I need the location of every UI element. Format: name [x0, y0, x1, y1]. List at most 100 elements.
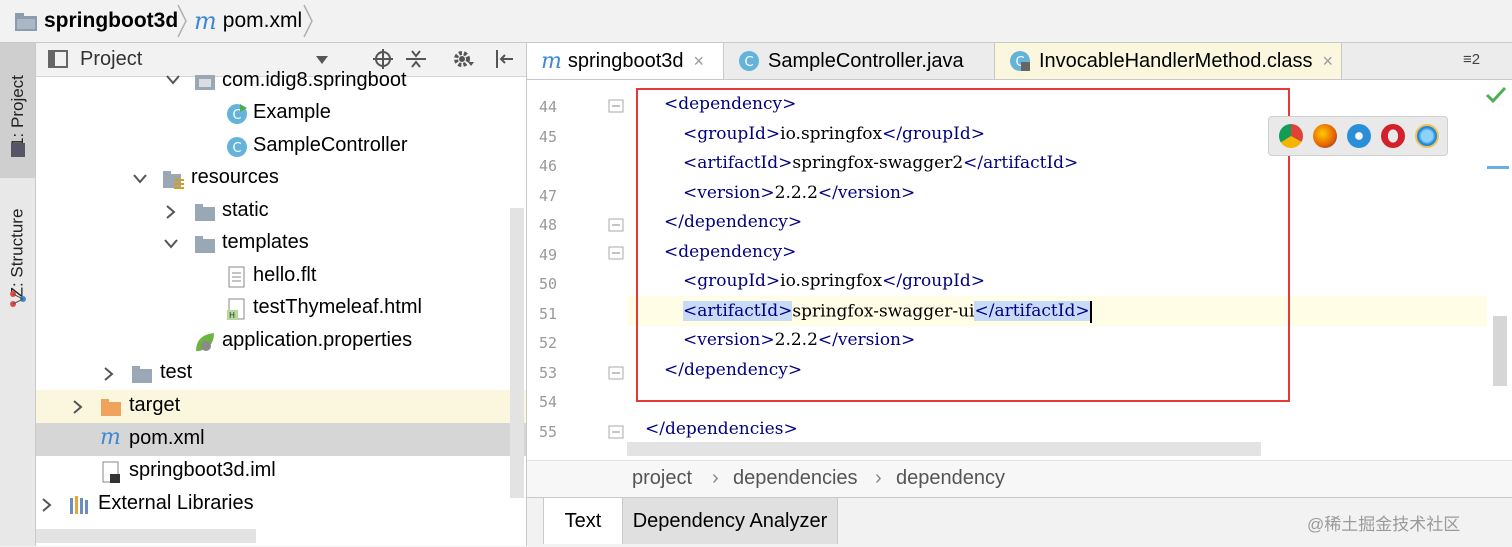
tree-item-static[interactable]: static [36, 195, 526, 228]
tree-item-target[interactable]: target [36, 390, 526, 423]
tree-item-testthymeleaf[interactable]: H testThymeleaf.html [36, 292, 526, 325]
breadcrumb-item-dependency[interactable]: dependency [896, 467, 1005, 490]
java-class-icon: C [739, 51, 759, 71]
line-number: 54 [538, 393, 557, 411]
line-number: 50 [538, 275, 557, 293]
tree-item-label: hello.flt [253, 264, 317, 286]
browser-preview-popup [1268, 116, 1448, 156]
project-folder-icon [14, 10, 38, 32]
fold-marker-icon[interactable] [607, 215, 625, 233]
tree-item-label: External Libraries [98, 492, 254, 514]
editor-vertical-scrollbar[interactable] [1493, 316, 1507, 386]
folder-icon [132, 366, 152, 383]
breadcrumb-file[interactable]: m pom.xml [194, 0, 302, 42]
folder-icon [195, 236, 215, 253]
line-number: 51 [538, 304, 557, 323]
inspection-ok-icon[interactable] [1485, 86, 1507, 104]
safari-icon[interactable] [1347, 124, 1371, 148]
tree-item-templates[interactable]: templates [36, 227, 526, 260]
chevron-right-icon[interactable] [40, 498, 54, 512]
project-tool-tab-label: 1: Project [7, 74, 27, 147]
tree-item-label: templates [222, 231, 309, 253]
error-stripe-mark[interactable] [1487, 166, 1509, 169]
java-class-run-icon: C [227, 104, 247, 124]
tree-item-label: target [129, 394, 181, 416]
chevron-right-icon[interactable] [71, 400, 85, 414]
editor-horizontal-scrollbar[interactable] [627, 442, 1261, 456]
close-icon[interactable]: × [694, 51, 705, 72]
line-number: 44 [538, 98, 557, 116]
tab-text[interactable]: Text [543, 498, 623, 544]
line-number: 47 [538, 186, 557, 205]
tab-label: SampleController.java [768, 49, 964, 72]
tab-springboot3d[interactable]: m springboot3d × [527, 43, 724, 79]
project-tool-tab[interactable]: 1: Project [0, 43, 35, 178]
tab-dependency-analyzer[interactable]: Dependency Analyzer [623, 498, 838, 544]
fold-marker-icon[interactable] [607, 245, 625, 263]
chevron-down-icon[interactable] [133, 172, 147, 186]
editor-breadcrumb: project › dependencies › dependency [527, 460, 1512, 497]
svg-text:C: C [232, 141, 241, 156]
chevron-down-icon[interactable] [316, 56, 328, 64]
chevron-down-icon[interactable] [164, 237, 178, 251]
close-icon[interactable]: × [1323, 51, 1334, 72]
tree-item-iml[interactable]: springboot3d.iml [36, 455, 526, 488]
firefox-icon[interactable] [1313, 124, 1337, 148]
project-horizontal-scrollbar[interactable] [36, 529, 256, 543]
tab-samplecontroller[interactable]: C SampleController.java [724, 43, 995, 79]
watermark: @稀土掘金技术社区 [1307, 515, 1461, 534]
breadcrumb-separator-icon: › [712, 467, 719, 489]
code-line: </dependencies> [645, 419, 798, 445]
breadcrumb-item-project[interactable]: project [632, 467, 692, 490]
fold-marker-icon[interactable] [607, 363, 625, 381]
opera-icon[interactable] [1381, 124, 1405, 148]
breadcrumb-separator-icon: › [875, 467, 882, 489]
tree-item-application-properties[interactable]: application.properties [36, 325, 526, 358]
orange-folder-icon [101, 399, 121, 416]
tree-item-example[interactable]: C Example [36, 97, 526, 130]
svg-text:H: H [229, 311, 235, 320]
tree-item-external-libraries[interactable]: External Libraries [36, 488, 526, 521]
tree-item-resources[interactable]: resources [36, 162, 526, 195]
ie-icon[interactable] [1415, 124, 1439, 148]
html-file-icon: H [227, 298, 245, 320]
code-editor[interactable]: 44 45 46 47 48 49 50 51 52 53 54 55 <dependency> <gr… [527, 80, 1512, 460]
breadcrumb-file-label: pom.xml [222, 9, 303, 32]
fold-marker-icon[interactable] [607, 98, 625, 116]
tab-dependency-analyzer-label: Dependency Analyzer [632, 509, 828, 532]
tree-item-label: springboot3d.iml [129, 459, 276, 481]
chevron-right-icon[interactable] [102, 367, 116, 381]
tree-item-label: SampleController [253, 134, 408, 156]
breadcrumb-item-dependencies[interactable]: dependencies [733, 467, 858, 490]
line-number: 48 [538, 216, 557, 234]
line-number: 53 [538, 363, 557, 382]
tree-item-hello-flt[interactable]: hello.flt [36, 260, 526, 293]
tree-item-label: static [222, 199, 269, 221]
breadcrumb-separator-icon [177, 4, 187, 38]
tree-item-samplecontroller[interactable]: C SampleController [36, 130, 526, 163]
chevron-down-icon[interactable] [166, 73, 180, 87]
tab-overflow-button[interactable]: ≡2 [1463, 51, 1480, 68]
line-number: 55 [538, 422, 557, 441]
tab-invocablehandlermethod[interactable]: C InvocableHandlerMethod.class × [995, 43, 1342, 79]
breadcrumb-project[interactable]: springboot3d [14, 0, 178, 42]
chevron-right-icon[interactable] [164, 205, 178, 219]
tab-text-label: Text [564, 509, 602, 532]
folder-icon [195, 204, 215, 221]
maven-icon: m [100, 425, 121, 450]
tree-item-test[interactable]: test [36, 357, 526, 390]
package-icon [195, 75, 215, 90]
project-tool-icon [11, 143, 25, 157]
project-vertical-scrollbar[interactable] [510, 208, 524, 498]
chrome-icon[interactable] [1279, 124, 1303, 148]
tree-item-label: resources [191, 166, 279, 188]
tree-item-pom-xml[interactable]: m pom.xml [36, 423, 526, 456]
spring-properties-icon [196, 333, 214, 351]
line-number: 46 [538, 157, 557, 175]
navigation-bar: springboot3d m pom.xml [0, 0, 1512, 43]
iml-file-icon [102, 461, 120, 483]
editor-gutter: 44 45 46 47 48 49 50 51 52 53 54 55 [527, 80, 627, 460]
svg-text:C: C [744, 55, 753, 70]
fold-marker-icon[interactable] [607, 422, 625, 440]
tree-item-package[interactable]: com.idig8.springboot [36, 65, 526, 98]
